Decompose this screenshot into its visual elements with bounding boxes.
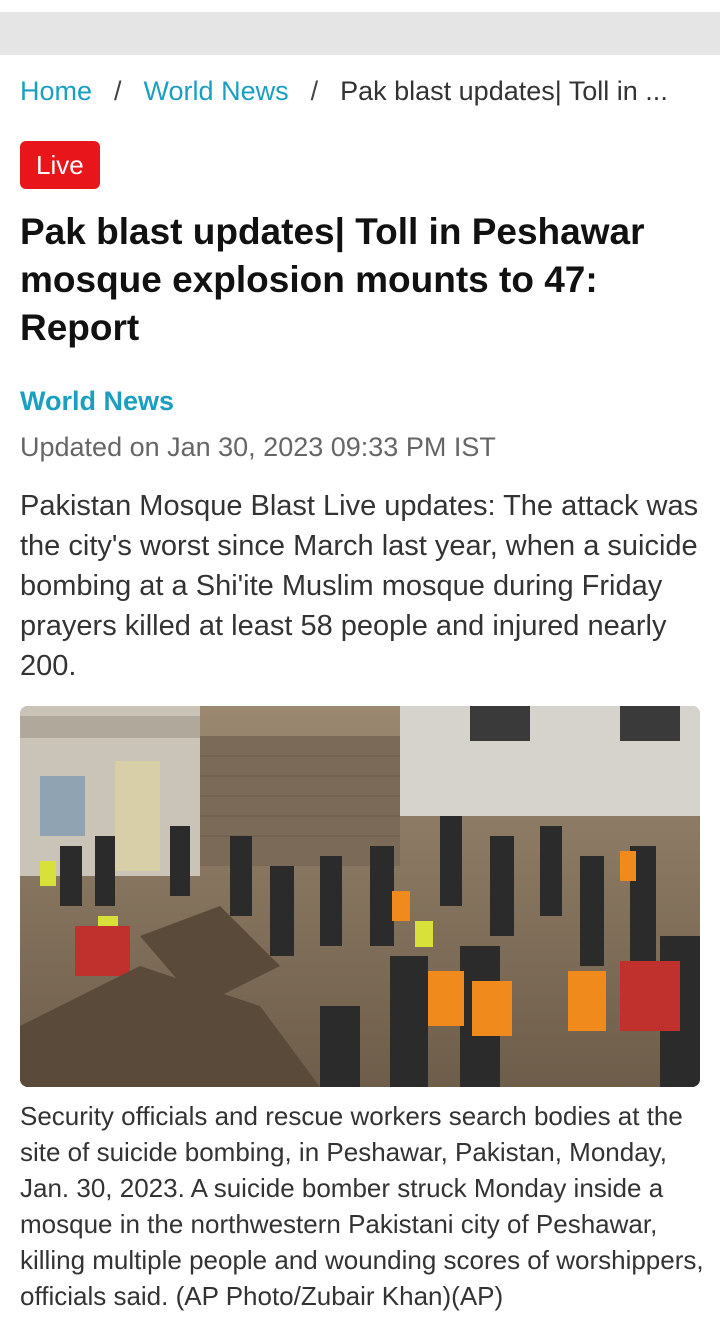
article-category-link[interactable]: World News: [20, 384, 174, 418]
article-headline: Pak blast updates| Toll in Peshawar mosq…: [20, 211, 645, 348]
breadcrumb-separator: /: [310, 76, 319, 106]
article-summary: Pakistan Mosque Blast Live updates: The …: [20, 490, 699, 682]
article-photo[interactable]: [20, 706, 700, 1087]
article-updated-timestamp: Updated on Jan 30, 2023 09:33 PM IST: [20, 432, 496, 462]
breadcrumb-separator: /: [114, 76, 122, 106]
breadcrumb: Home / World News / Pak blast updates| T…: [20, 74, 700, 108]
breadcrumb-current: Pak blast updates| Toll in ...: [340, 76, 668, 106]
article-page: Home / World News / Pak blast updates| T…: [0, 0, 720, 1329]
breadcrumb-section-link[interactable]: World News: [144, 74, 289, 108]
live-badge: Live: [20, 141, 100, 189]
photo-caption: Security officials and rescue workers se…: [20, 1101, 704, 1311]
top-bar: [0, 12, 720, 55]
photo-illustration: [20, 706, 700, 1087]
breadcrumb-home-link[interactable]: Home: [20, 74, 92, 108]
